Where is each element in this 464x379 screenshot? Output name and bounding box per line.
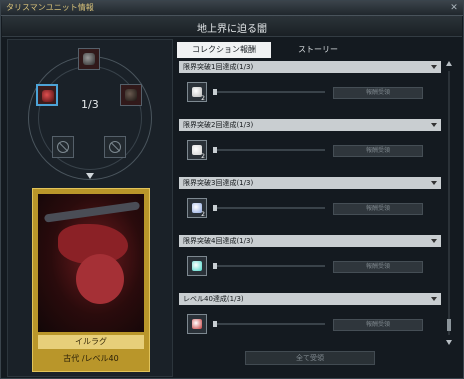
slot-top[interactable] [78, 48, 100, 70]
reward-header[interactable]: 限界突破1回達成(1/3) [179, 61, 441, 73]
talisman-unit-window: タリスマンユニット情報 ✕ 地上界に迫る闇 1/3 イルラグ 古代 /レベル40… [0, 0, 464, 379]
reward-qty: 2 [201, 153, 205, 160]
scroll-track[interactable] [448, 71, 450, 335]
scroll-up-icon[interactable] [446, 61, 452, 66]
receive-reward-button[interactable]: 報酬受領 [333, 145, 423, 157]
reward-title: 限界突破2回達成(1/3) [183, 121, 254, 129]
receive-reward-button[interactable]: 報酬受領 [333, 261, 423, 273]
reward-list: 限界突破1回達成(1/3) 2 報酬受領 限界突破2回達成(1/3) 2 報酬受… [179, 61, 441, 345]
tab-story[interactable]: ストーリー [271, 42, 365, 58]
scroll-thumb[interactable] [447, 319, 451, 331]
reward-item-icon[interactable]: 2 [187, 198, 207, 218]
receive-reward-button[interactable]: 報酬受領 [333, 203, 423, 215]
chevron-down-icon [431, 239, 437, 243]
close-icon[interactable]: ✕ [449, 3, 459, 13]
reward-item: レベル40達成(1/3) 報酬受領 [179, 293, 441, 345]
slot-left-selected[interactable] [36, 84, 58, 106]
unit-card-meta: 古代 /レベル40 [63, 354, 119, 363]
unit-icon-left [42, 90, 54, 102]
collection-title: 地上界に迫る闇 [197, 24, 267, 35]
progress-bar [213, 263, 325, 269]
reward-title: 限界突破4回達成(1/3) [183, 237, 254, 245]
chevron-down-icon [431, 297, 437, 301]
orb-icon [192, 319, 202, 329]
tab-collection-reward[interactable]: コレクション報酬 [177, 42, 271, 58]
slot-right[interactable] [120, 84, 142, 106]
down-arrow-icon [86, 173, 94, 179]
progress-marker [213, 263, 217, 269]
progress-bar [213, 147, 325, 153]
unit-card[interactable]: イルラグ 古代 /レベル40 [32, 188, 150, 372]
reward-item: 限界突破4回達成(1/3) 報酬受領 [179, 235, 441, 287]
reward-item: 限界突破2回達成(1/3) 2 報酬受領 [179, 119, 441, 171]
reward-qty: 2 [201, 211, 205, 218]
empty-slot-icon [57, 141, 69, 153]
unit-icon-top [83, 53, 95, 65]
progress-bar [213, 321, 325, 327]
receive-all-button[interactable]: 全て受領 [245, 351, 375, 365]
collected-count: 1/3 [81, 98, 99, 111]
progress-bar [213, 89, 325, 95]
progress-bar [213, 205, 325, 211]
reward-item: 限界突破1回達成(1/3) 2 報酬受領 [179, 61, 441, 113]
receive-reward-button[interactable]: 報酬受領 [333, 87, 423, 99]
chevron-down-icon [431, 181, 437, 185]
reward-header[interactable]: 限界突破2回達成(1/3) [179, 119, 441, 131]
chevron-down-icon [431, 65, 437, 69]
receive-reward-button[interactable]: 報酬受領 [333, 319, 423, 331]
sub-header: 地上界に迫る闇 [2, 16, 462, 37]
reward-title: レベル40達成(1/3) [183, 295, 244, 303]
reward-header[interactable]: レベル40達成(1/3) [179, 293, 441, 305]
reward-item: 限界突破3回達成(1/3) 2 報酬受領 [179, 177, 441, 229]
reward-item-icon[interactable]: 2 [187, 82, 207, 102]
reward-item-icon[interactable] [187, 256, 207, 276]
empty-slot-icon [109, 141, 121, 153]
crystal-icon [192, 261, 202, 271]
unit-card-art [38, 194, 144, 332]
scroll-down-icon[interactable] [446, 340, 452, 345]
reward-qty: 2 [201, 95, 205, 102]
reward-header[interactable]: 限界突破4回達成(1/3) [179, 235, 441, 247]
unit-icon-right [125, 89, 137, 101]
reward-header[interactable]: 限界突破3回達成(1/3) [179, 177, 441, 189]
reward-item-icon[interactable]: 2 [187, 140, 207, 160]
reward-title: 限界突破3回達成(1/3) [183, 179, 254, 187]
unit-card-name: イルラグ [38, 335, 144, 349]
progress-marker [213, 321, 217, 327]
unit-panel: 1/3 イルラグ 古代 /レベル40 [7, 39, 173, 377]
chevron-down-icon [431, 123, 437, 127]
reward-title: 限界突破1回達成(1/3) [183, 63, 254, 71]
reward-scrollbar[interactable] [445, 61, 453, 345]
tab-bar: コレクション報酬 ストーリー [177, 42, 447, 58]
progress-marker [213, 147, 217, 153]
window-title: タリスマンユニット情報 [6, 3, 94, 12]
slot-bottom-left[interactable] [52, 136, 74, 158]
title-bar: タリスマンユニット情報 ✕ [1, 1, 463, 16]
reward-item-icon[interactable] [187, 314, 207, 334]
progress-marker [213, 205, 217, 211]
slot-bottom-right[interactable] [104, 136, 126, 158]
progress-marker [213, 89, 217, 95]
